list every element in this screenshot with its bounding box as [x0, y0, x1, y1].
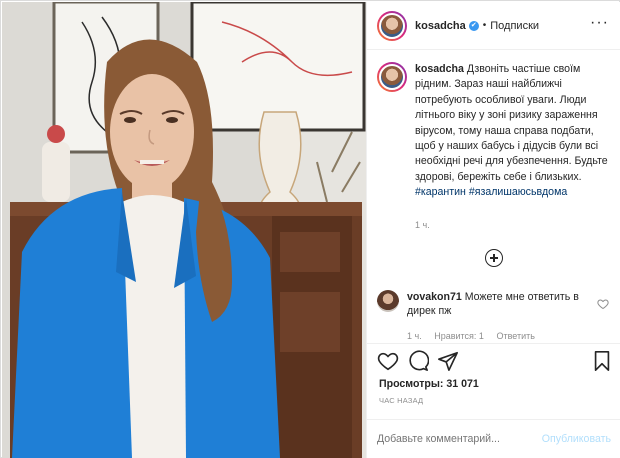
actions-divider [367, 343, 620, 344]
comment-timestamp: 1 ч. [407, 331, 422, 341]
video-frame-illustration [2, 2, 366, 458]
more-options-icon[interactable]: ··· [590, 15, 609, 31]
views-number: 31 071 [446, 378, 479, 390]
author-username[interactable]: kosadcha [415, 20, 466, 32]
comment-body: vovakon71 Можете мне ответить в дирек пж [407, 290, 597, 318]
comment-input[interactable] [377, 433, 542, 445]
share-paper-plane-icon[interactable] [437, 350, 459, 372]
author-avatar[interactable] [377, 10, 407, 41]
comment-like-heart-icon[interactable] [597, 298, 609, 310]
caption-author-avatar[interactable] [377, 62, 407, 92]
add-comment-form: Опубликовать [367, 419, 620, 458]
post-video[interactable] [2, 2, 366, 458]
caption-body: kosadcha Дзвоніть частіше своїм рідним. … [415, 62, 615, 201]
comment-item: vovakon71 Можете мне ответить в дирек пж [377, 290, 615, 318]
caption-username[interactable]: kosadcha [415, 63, 464, 75]
views-count[interactable]: Просмотры: 31 071 [379, 378, 479, 390]
post-time-ago: ЧАС НАЗАД [379, 396, 424, 405]
like-heart-icon[interactable] [377, 350, 399, 372]
separator-dot: • [482, 20, 487, 31]
commenter-username[interactable]: vovakon71 [407, 291, 462, 303]
caption-text: Дзвоніть частіше своїм рідним. Зараз наш… [415, 63, 608, 183]
verified-badge-icon: ✔ [468, 20, 479, 31]
comment-reply-button[interactable]: Ответить [496, 331, 534, 341]
instagram-post-modal: kosadcha ✔ • Подписки ··· kosadcha Дзвон… [0, 0, 620, 458]
publish-comment-button[interactable]: Опубликовать [542, 433, 611, 445]
load-more-comments-icon[interactable] [485, 249, 503, 267]
save-bookmark-icon[interactable] [591, 350, 613, 372]
following-button[interactable]: Подписки [490, 20, 539, 32]
hashtag-link[interactable]: #карантин [415, 186, 466, 198]
hashtag-link[interactable]: #язалишаюсьвдома [469, 186, 567, 198]
post-caption: kosadcha Дзвоніть частіше своїм рідним. … [377, 62, 615, 201]
comment-likes-count[interactable]: Нравится: 1 [434, 331, 484, 341]
commenter-avatar[interactable] [377, 290, 399, 312]
caption-timestamp: 1 ч. [415, 220, 430, 230]
comment-bubble-icon[interactable] [407, 350, 429, 372]
views-label: Просмотры: [379, 378, 444, 390]
post-side-panel: kosadcha ✔ • Подписки ··· kosadcha Дзвон… [366, 2, 620, 458]
post-actions-bar [377, 350, 615, 374]
comment-meta: 1 ч. Нравится: 1 Ответить [407, 331, 545, 342]
post-header: kosadcha ✔ • Подписки ··· [367, 2, 620, 50]
